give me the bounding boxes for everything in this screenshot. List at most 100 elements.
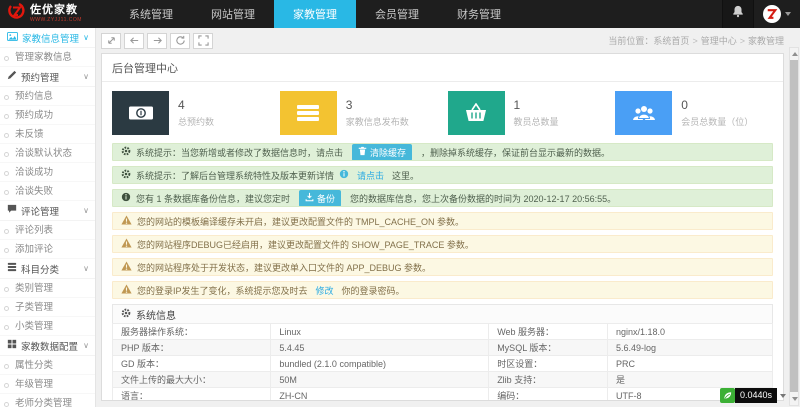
chevron-down-icon: ∨ (83, 72, 89, 81)
sidebar-item-negotiation-default[interactable]: 洽谈默认状态 (0, 144, 95, 163)
breadcrumb-current[interactable]: 家教管理 (748, 36, 784, 46)
backup-button[interactable]: 备份 (299, 190, 341, 207)
collapse-sidebar-button[interactable] (101, 33, 121, 49)
nav-item-tutoring[interactable]: 家教管理 (274, 0, 356, 28)
nav-item-system[interactable]: 系统管理 (110, 0, 192, 28)
sidebar-item-comment-list[interactable]: 评论列表 (0, 221, 95, 240)
info-label: GD 版本： (113, 356, 271, 372)
photo-icon (7, 32, 18, 44)
stat-cards: 4 总预约数 3 家教信息发布数 (102, 82, 783, 143)
breadcrumb-admin-center[interactable]: 管理中心 (701, 36, 737, 46)
alert-text: 系统提示：当您新增或者修改了数据信息时，请点击 (136, 146, 343, 159)
alert-text: 这里。 (392, 169, 419, 182)
sidebar-item-negotiation-failed[interactable]: 洽谈失败 (0, 182, 95, 201)
sidebar-item-minor-category-mgmt[interactable]: 小类管理 (0, 317, 95, 336)
info-label: Zlib 支持： (489, 372, 608, 388)
sidebar-item-attribute-category[interactable]: 属性分类 (0, 356, 95, 375)
banknote-icon (112, 91, 169, 135)
top-navbar: 佐优家教 WWW.ZYJJ11.COM 系统管理 网站管理 家教管理 会员管理 … (0, 0, 800, 28)
pencil-icon (7, 70, 17, 83)
download-icon (305, 192, 314, 204)
stat-value: 3 (346, 98, 409, 112)
nav-item-website[interactable]: 网站管理 (192, 0, 274, 28)
alert-text: 您的网站程序处于开发状态，建议更改单入口文件的 APP_DEBUG 参数。 (137, 261, 431, 274)
sidebar-item-subcategory-mgmt[interactable]: 子类管理 (0, 298, 95, 317)
stat-label: 教员总数量 (514, 115, 559, 128)
logo-mark-icon (7, 2, 26, 26)
sidebar-section-tutor-info[interactable]: 家教信息管理 ∨ (0, 28, 95, 48)
section-label: 评论管理 (21, 204, 59, 218)
sidebar-item-category-mgmt[interactable]: 类别管理 (0, 279, 95, 298)
scrollbar-thumb[interactable] (790, 60, 798, 392)
sidebar-section-data-config[interactable]: 家教数据配置 ∨ (0, 336, 95, 356)
sidebar-item-booking-info[interactable]: 预约信息 (0, 87, 95, 106)
nav-item-finance[interactable]: 财务管理 (438, 0, 520, 28)
refresh-button[interactable] (170, 33, 190, 49)
section-label: 家教信息管理 (22, 31, 79, 45)
warning-icon (121, 215, 132, 227)
alert-tmpl-cache: 您的网站的模板编译缓存未开启，建议更改配置文件的 TMPL_CACHE_ON 参… (112, 212, 773, 230)
section-label: 家教数据配置 (21, 339, 78, 353)
sidebar-item-manage-tutor-info[interactable]: 管理家教信息 (0, 48, 95, 67)
alert-backup: 您有 1 条数据库备份信息，建议您定时 备份 您的数据库信息，您上次备份数据的时… (112, 189, 773, 207)
stat-card-teachers: 1 教员总数量 (448, 91, 606, 135)
content-topbar: 当前位置：系统首页>管理中心>家教管理 (101, 31, 784, 50)
avatar (763, 5, 781, 23)
alert-version-info: 系统提示：了解后台管理系统特性及版本更新详情 请点击 这里。 (112, 166, 773, 184)
info-label: 语言： (113, 388, 271, 402)
alert-login-ip: 您的登录IP发生了变化，系统提示您及时去 修改 你的登录密码。 (112, 281, 773, 299)
info-value: 5.4.45 (271, 340, 489, 356)
table-row: GD 版本： bundled (2.1.0 compatible) 时区设置： … (113, 356, 773, 372)
render-time: 0.0440s (735, 388, 777, 403)
info-value: ZH-CN (271, 388, 489, 402)
stat-card-bookings: 4 总预约数 (112, 91, 270, 135)
clear-cache-button[interactable]: 清除缓存 (352, 144, 412, 161)
nav-item-members[interactable]: 会员管理 (356, 0, 438, 28)
scroll-up-arrow-icon[interactable] (792, 52, 798, 56)
sidebar-section-comments[interactable]: 评论管理 ∨ (0, 201, 95, 221)
info-label: 编码： (489, 388, 608, 402)
chevron-down-icon: ∨ (83, 33, 89, 42)
breadcrumb-prefix: 当前位置： (608, 36, 653, 46)
click-here-link[interactable]: 请点击 (357, 169, 384, 182)
main-panel: 后台管理中心 4 总预约数 3 (101, 53, 784, 401)
content-area: 当前位置：系统首页>管理中心>家教管理 后台管理中心 4 总预约数 (96, 28, 800, 407)
debug-trace-badge[interactable]: 0.0440s (720, 388, 786, 403)
sidebar-section-booking[interactable]: 预约管理 ∨ (0, 67, 95, 87)
table-row: 语言： ZH-CN 编码： UTF-8 (113, 388, 773, 402)
sidebar-section-subjects[interactable]: 科目分类 ∨ (0, 259, 95, 279)
sidebar-item-grade-mgmt[interactable]: 年级管理 (0, 375, 95, 394)
info-label: Web 服务器： (489, 324, 608, 340)
vertical-scrollbar[interactable] (789, 47, 799, 406)
system-info-section: 系统信息 服务器操作系统： Linux Web 服务器： nginx/1.18.… (112, 304, 773, 401)
notifications-button[interactable] (722, 0, 754, 28)
chevron-down-icon: ∨ (83, 206, 89, 215)
stat-label: 会员总数量（位） (681, 115, 753, 128)
trace-toggle-caret-icon[interactable] (780, 394, 786, 398)
sidebar-item-teacher-category-mgmt[interactable]: 老师分类管理 (0, 394, 95, 407)
user-menu[interactable] (754, 0, 800, 28)
fullscreen-button[interactable] (193, 33, 213, 49)
forward-button[interactable] (147, 33, 167, 49)
app-logo[interactable]: 佐优家教 WWW.ZYJJ11.COM (0, 0, 92, 28)
sidebar-item-booking-success[interactable]: 预约成功 (0, 106, 95, 125)
stat-value: 1 (514, 98, 559, 112)
gear-icon (121, 169, 131, 181)
stat-value: 0 (681, 98, 753, 112)
info-label: 文件上传的最大大小： (113, 372, 271, 388)
gear-icon (121, 146, 131, 158)
sidebar-item-no-feedback[interactable]: 未反馈 (0, 125, 95, 144)
breadcrumb-home[interactable]: 系统首页 (653, 36, 689, 46)
stack-icon (7, 262, 17, 275)
sidebar-item-add-comment[interactable]: 添加评论 (0, 240, 95, 259)
gear-icon (121, 308, 131, 321)
sidebar-item-negotiation-success[interactable]: 洽谈成功 (0, 163, 95, 182)
change-password-link[interactable]: 修改 (316, 284, 334, 297)
info-label: PHP 版本： (113, 340, 271, 356)
back-button[interactable] (124, 33, 144, 49)
scroll-down-arrow-icon[interactable] (792, 397, 798, 401)
basket-icon (448, 91, 505, 135)
grid-icon (7, 339, 17, 352)
logo-subtitle: WWW.ZYJJ11.COM (30, 18, 82, 23)
leaf-icon (720, 388, 735, 403)
